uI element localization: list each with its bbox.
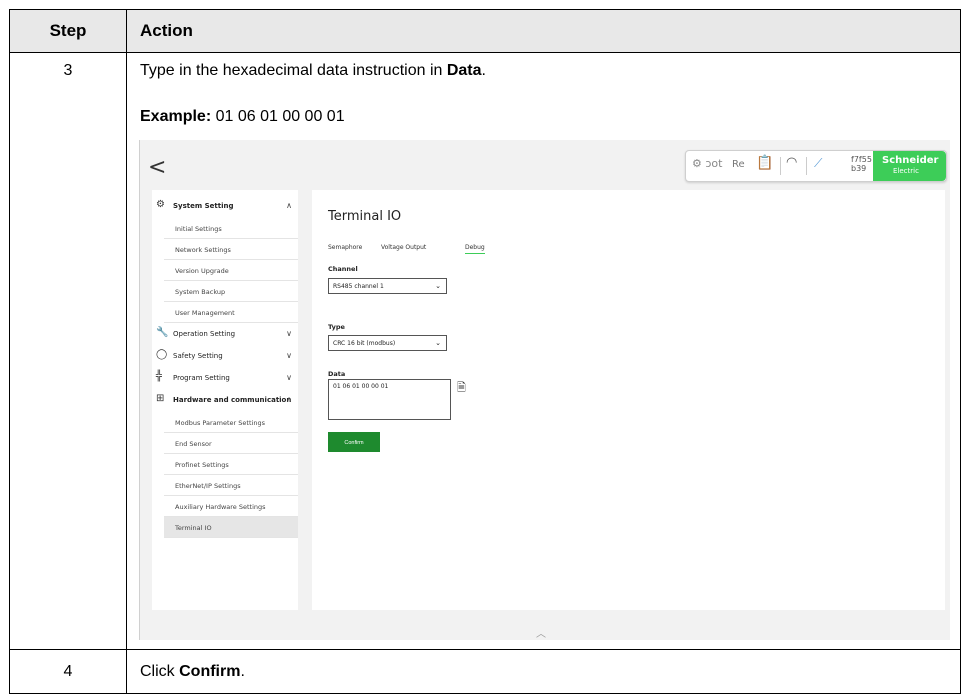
re-label[interactable]: Re [732, 159, 745, 170]
type-value: CRC 16 bit (modbus) [333, 340, 396, 347]
sidebar-sublabel: Terminal IO [175, 524, 212, 532]
sidebar-sublabel: Modbus Parameter Settings [175, 419, 265, 427]
sidebar-subitem-auxiliary-hardware[interactable]: Auxiliary Hardware Settings [164, 496, 298, 517]
example-value: 01 06 01 00 00 01 [211, 108, 345, 125]
network-icon: ⊞ [156, 393, 165, 404]
sidebar-sublabel: Auxiliary Hardware Settings [175, 503, 266, 511]
page-title: Terminal IO [328, 209, 402, 224]
robot-id-line2: b39 [851, 164, 867, 173]
sidebar-subitem-end-sensor[interactable]: End Sensor [164, 433, 298, 454]
main-panel: Terminal IO Semaphore Voltage Output Deb… [312, 190, 945, 610]
chevron-down-icon: ∨ [286, 373, 292, 382]
data-textarea[interactable]: 01 06 01 00 00 01 [328, 379, 451, 420]
status-divider [780, 157, 781, 175]
sidebar-subitem-system-backup[interactable]: System Backup [164, 281, 298, 302]
sidebar-subitem-initial-settings[interactable]: Initial Settings [164, 218, 298, 239]
document-icon[interactable]: 🗎 [457, 379, 466, 398]
sidebar-sublabel: Version Upgrade [175, 267, 229, 275]
step-4-number: 4 [63, 663, 73, 680]
chevron-down-icon: ⌄ [435, 339, 441, 347]
data-value: 01 06 01 00 00 01 [333, 383, 389, 390]
channel-select[interactable]: RS485 channel 1 ⌄ [328, 278, 447, 294]
logo-text: Schneider [882, 155, 939, 166]
example-label: Example: [140, 108, 212, 125]
step-4-prefix: Click [140, 663, 180, 680]
sidebar-sublabel: Profinet Settings [175, 461, 229, 469]
step-4-suffix: . [240, 663, 245, 680]
sidebar-subitem-modbus[interactable]: Modbus Parameter Settings [164, 412, 298, 433]
wrench-icon: 🔧 [156, 327, 169, 338]
instruction-data-term: Data [446, 62, 482, 79]
tab-semaphore[interactable]: Semaphore [328, 244, 362, 251]
sidebar-subitem-profinet[interactable]: Profinet Settings [164, 454, 298, 475]
chevron-up-icon: ∧ [286, 201, 292, 210]
sidebar-subitem-terminal-io[interactable]: Terminal IO [164, 517, 298, 538]
type-select[interactable]: CRC 16 bit (modbus) ⌄ [328, 335, 447, 351]
robot-id: f7f55 b39 [851, 155, 872, 173]
tab-voltage-output[interactable]: Voltage Output [381, 244, 426, 251]
sidebar-sublabel: End Sensor [175, 440, 212, 448]
sidebar-label: Program Setting [173, 374, 230, 382]
sidebar-item-hardware-communication[interactable]: ⊞ Hardware and communication ∧ [152, 390, 298, 410]
step-3-number: 3 [63, 62, 73, 79]
table-header-row: Step Action [10, 10, 960, 53]
tab-debug[interactable]: Debug [465, 244, 485, 254]
sidebar-subitem-ethernet-ip[interactable]: EtherNet/IP Settings [164, 475, 298, 496]
sidebar-subitem-user-management[interactable]: User Management [164, 302, 298, 323]
chevron-down-icon: ⌄ [435, 282, 441, 290]
schneider-logo: Schneider Electric [873, 151, 946, 181]
confirm-button[interactable]: Confirm [328, 432, 380, 452]
header-action: Action [140, 21, 193, 40]
sidebar-label: Hardware and communication [173, 396, 292, 404]
sidebar-subitem-version-upgrade[interactable]: Version Upgrade [164, 260, 298, 281]
sidebar-label: System Setting [173, 202, 234, 210]
sidebar-label: Operation Setting [173, 330, 236, 338]
sidebar-item-operation-setting[interactable]: 🔧 Operation Setting ∨ [152, 324, 298, 344]
sidebar-subitem-network-settings[interactable]: Network Settings [164, 239, 298, 260]
chevron-up-icon: ∧ [286, 395, 292, 404]
gear-icon: ⚙ [156, 199, 165, 210]
sidebar-sublabel: EtherNet/IP Settings [175, 482, 241, 490]
sidebar-label: Safety Setting [173, 352, 223, 360]
sidebar-item-safety-setting[interactable]: ◯ Safety Setting ∨ [152, 346, 298, 366]
column-divider [126, 10, 127, 693]
sidebar-sublabel: Network Settings [175, 246, 231, 254]
robot-text: ɔot [705, 157, 723, 170]
shield-icon: ◯ [156, 349, 168, 360]
status-divider [806, 157, 807, 175]
data-label: Data [328, 370, 346, 378]
sidebar-sublabel: System Backup [175, 288, 226, 296]
settings-sidebar: ⚙ System Setting ∧ Initial Settings Netw… [152, 190, 298, 610]
status-bar: ⚙ ɔot Re 📋 ◠ ⟋ f7f55 b39 Schneider Electr… [685, 150, 947, 182]
instruction-prefix: Type in the hexadecimal data instruction… [140, 62, 447, 79]
logo-subtext: Electric [893, 167, 919, 175]
chevron-down-icon: ∨ [286, 329, 292, 338]
robot-icon[interactable]: ⚙ ɔot [692, 157, 722, 170]
row-divider [10, 649, 960, 650]
app-screenshot: < ⚙ ɔot Re 📋 ◠ ⟋ f7f55 b39 Schneider Elec… [139, 140, 950, 640]
program-icon: ╬ [156, 371, 163, 382]
type-label: Type [328, 323, 345, 331]
back-arrow-icon[interactable]: < [148, 157, 166, 179]
channel-label: Channel [328, 265, 358, 273]
sidebar-item-system-setting[interactable]: ⚙ System Setting ∧ [152, 196, 298, 216]
sidebar-sublabel: User Management [175, 309, 235, 317]
header-step: Step [49, 21, 87, 40]
channel-value: RS485 channel 1 [333, 283, 384, 290]
clipboard-icon[interactable]: 📋 [756, 155, 773, 171]
step-3-example: Example: 01 06 01 00 00 01 [140, 108, 345, 126]
chevron-down-icon: ∨ [286, 351, 292, 360]
robot-id-line1: f7f55 [851, 155, 872, 164]
chevron-up-icon[interactable]: ︿ [536, 625, 546, 640]
instruction-suffix: . [481, 62, 486, 79]
wifi-icon[interactable]: ◠ [786, 155, 797, 170]
step-4-confirm-term: Confirm [179, 663, 241, 680]
step-3-instruction: Type in the hexadecimal data instruction… [140, 62, 486, 80]
step-4-instruction: Click Confirm. [140, 663, 245, 681]
robot-arm-icon[interactable]: ⟋ [814, 156, 822, 171]
sidebar-item-program-setting[interactable]: ╬ Program Setting ∨ [152, 368, 298, 388]
sidebar-sublabel: Initial Settings [175, 225, 222, 233]
